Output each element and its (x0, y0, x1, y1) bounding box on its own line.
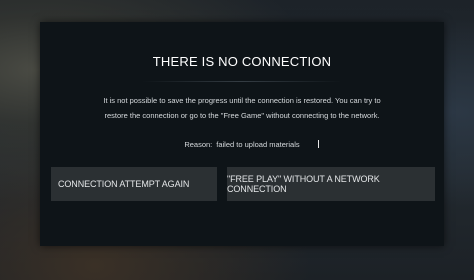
message-line-2: restore the connection or go to the "Fre… (104, 111, 380, 120)
dialog-title: THERE IS NO CONNECTION (152, 54, 332, 69)
reason-text: failed to upload materials (216, 140, 300, 149)
reason-line: Reason: failed to upload materials (40, 140, 444, 149)
title-divider (142, 81, 342, 82)
free-play-offline-label: "FREE PLAY" WITHOUT A NETWORK CONNECTION (227, 174, 380, 194)
message-line-1: It is not possible to save the progress … (103, 96, 381, 105)
connection-retry-label: CONNECTION ATTEMPT AGAIN (58, 179, 190, 189)
connection-retry-button[interactable]: CONNECTION ATTEMPT AGAIN (51, 167, 217, 201)
dialog-message: It is not possible to save the progress … (56, 93, 428, 123)
text-cursor-icon (318, 140, 319, 148)
no-connection-dialog: THERE IS NO CONNECTION It is not possibl… (40, 22, 444, 246)
free-play-offline-button[interactable]: "FREE PLAY" WITHOUT A NETWORK CONNECTION (227, 167, 435, 201)
reason-prefix: Reason: (184, 140, 213, 149)
